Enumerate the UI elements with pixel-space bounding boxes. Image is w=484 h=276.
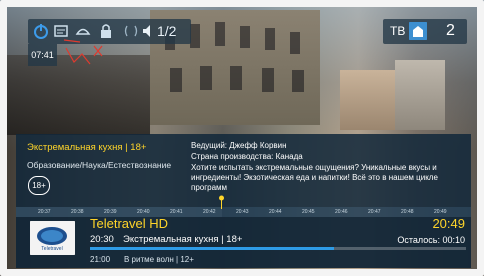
timeline-tick: 20:38 xyxy=(71,209,84,215)
timeline-tick: 20:45 xyxy=(302,209,315,215)
timeline-tick: 20:47 xyxy=(368,209,381,215)
program-genre: Образование/Наука/Естествознание xyxy=(27,160,172,170)
power-icon[interactable] xyxy=(32,22,50,40)
program-progress-fill xyxy=(90,247,335,250)
tv-screen: 1/2 07:41 ТВ 2 Экстремальная кухня | 18+… xyxy=(0,0,484,276)
channel-number: 2 xyxy=(446,22,455,39)
now-program-title: Экстремальная кухня | 18+ xyxy=(123,234,243,245)
timeline-tick: 20:41 xyxy=(170,209,183,215)
timeline-tick: 20:46 xyxy=(335,209,348,215)
timeline-tick: 20:40 xyxy=(137,209,150,215)
channel-logo: Teletravel xyxy=(30,221,75,255)
audio-track-label[interactable]: 1/2 xyxy=(157,22,176,40)
now-program-start: 20:30 xyxy=(90,234,114,245)
timeline-tick: 20:49 xyxy=(434,209,447,215)
program-country: Страна производства: Канада xyxy=(191,152,303,161)
current-time: 20:49 xyxy=(432,216,465,231)
time-remaining: Осталось: 00:10 xyxy=(397,235,465,245)
red-scribble-annotation xyxy=(63,39,103,65)
timeline-tick: 20:39 xyxy=(104,209,117,215)
program-progress xyxy=(90,247,466,250)
program-title: Экстремальная кухня | 18+ xyxy=(27,142,147,153)
age-rating-badge: 18+ xyxy=(28,176,50,195)
timeline-tick: 20:42 xyxy=(203,209,216,215)
program-host: Ведущий: Джефф Корвин xyxy=(191,141,287,150)
timeline-tick: 20:37 xyxy=(38,209,51,215)
signal-icon[interactable] xyxy=(122,22,140,40)
current-time-marker xyxy=(219,195,224,209)
speaker-icon[interactable] xyxy=(142,22,154,40)
clock: 07:41 xyxy=(28,44,57,66)
channel-name: Teletravel HD xyxy=(90,216,169,231)
next-program-title: В ритме волн | 12+ xyxy=(124,255,194,264)
source-label[interactable]: ТВ xyxy=(390,22,405,40)
source-input-icon[interactable] xyxy=(409,22,427,40)
timeline-tick: 20:48 xyxy=(401,209,414,215)
timeline-tick: 20:44 xyxy=(269,209,282,215)
timeline-bar[interactable]: 20:37 20:38 20:39 20:40 20:41 20:42 20:4… xyxy=(16,207,471,217)
timeline-tick: 20:43 xyxy=(236,209,249,215)
program-description: Хотите испытать экстремальные ощущения? … xyxy=(191,163,438,192)
next-program-start: 21:00 xyxy=(90,255,111,264)
svg-text:Teletravel: Teletravel xyxy=(41,246,62,252)
